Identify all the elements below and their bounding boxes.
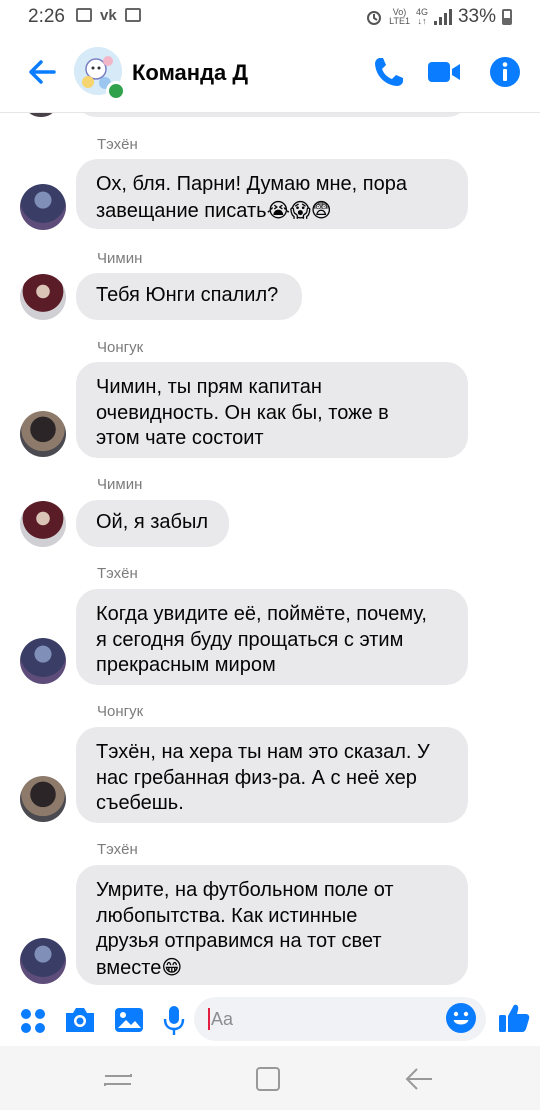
status-bar: 2:26 vk Vo) LTE1 4G ↓↑ 33%: [0, 0, 540, 34]
message-line: друзья отправимся на тот свет: [96, 930, 382, 952]
info-icon[interactable]: [487, 54, 523, 90]
battery-icon: [502, 9, 512, 25]
message-line: Чимин, ты прям капитан: [96, 376, 322, 398]
system-nav-bar: [0, 1046, 540, 1110]
thumbs-up-icon[interactable]: [496, 1000, 532, 1036]
avatar-jimin[interactable]: [20, 274, 66, 320]
sender-name: Чимин: [97, 476, 143, 493]
message-bubble-partial[interactable]: [76, 113, 468, 117]
message-line: Ох, бля. Парни! Думаю мне, пора: [96, 173, 407, 195]
sender-name: Тэхён: [97, 565, 138, 582]
sender-name: Тэхён: [97, 136, 138, 153]
message-line: Ой, я забыл: [96, 511, 209, 533]
sender-name: Чонгук: [97, 703, 144, 720]
message-composer: Aa: [0, 995, 540, 1045]
message-bubble[interactable]: Умрите, на футбольном поле от любопытств…: [76, 865, 468, 985]
avatar-jimin[interactable]: [20, 501, 66, 547]
message-line: нас гребанная физ-ра. А с неё хер: [96, 766, 417, 789]
arrow-left-icon[interactable]: [24, 54, 60, 90]
message-bubble[interactable]: Когда увидите её, поймёте, почему, я сег…: [76, 589, 468, 685]
emoji: 😭😱😨: [266, 197, 332, 222]
message-line: съебешь.: [96, 792, 184, 814]
network-type-indicator: 4G ↓↑: [415, 7, 428, 26]
message-line: я сегодня буду прощаться с этим: [96, 628, 404, 651]
chat-header: Команда Д: [0, 34, 540, 113]
volte-indicator: Vo) LTE1: [389, 7, 410, 26]
message-bubble[interactable]: Тебя Юнги спалил?: [76, 273, 302, 320]
recent-apps-icon[interactable]: [102, 1064, 134, 1094]
message-bubble[interactable]: Ой, я забыл: [76, 500, 229, 547]
phone-icon[interactable]: [371, 54, 407, 90]
message-list[interactable]: Тэхён Ох, бля. Парни! Думаю мне, пора за…: [0, 113, 540, 995]
home-icon[interactable]: [252, 1064, 284, 1094]
apps-icon[interactable]: [15, 1002, 51, 1038]
avatar-taehyung[interactable]: [20, 938, 66, 984]
gallery-icon[interactable]: [111, 1002, 147, 1038]
avatar-taehyung[interactable]: [20, 184, 66, 230]
camera-icon[interactable]: [62, 1002, 98, 1038]
message-line: этом чате состоит: [96, 427, 264, 449]
sender-name: Чонгук: [97, 339, 144, 356]
message-input[interactable]: Aa: [194, 997, 486, 1041]
microphone-icon[interactable]: [156, 1002, 192, 1038]
battery-percent: 33%: [457, 6, 496, 27]
message-line: Когда увидите её, поймёте, почему,: [96, 603, 427, 625]
avatar-jungkook[interactable]: [20, 411, 66, 457]
message-bubble[interactable]: Ох, бля. Парни! Думаю мне, пора завещани…: [76, 159, 468, 229]
message-line: вместе: [96, 956, 162, 979]
emoji: 😁: [161, 954, 183, 979]
avatar: [24, 113, 58, 117]
emoji-icon[interactable]: [445, 1002, 477, 1034]
message-line: Умрите, на футбольном поле от: [96, 879, 394, 901]
avatar-taehyung[interactable]: [20, 638, 66, 684]
status-time: 2:26: [28, 6, 65, 27]
message-line: завещание писать: [96, 199, 267, 222]
signal-icon: [433, 9, 452, 25]
message-line: любопытства. Как истинные: [96, 904, 358, 927]
message-input-placeholder: Aa: [211, 1009, 234, 1029]
online-status-dot: [106, 81, 126, 101]
sender-name: Чимин: [97, 250, 143, 267]
message-line: Тебя Юнги спалил?: [96, 284, 279, 306]
message-line: Тэхён, на хера ты нам это сказал. У: [96, 741, 430, 763]
gallery-icon: [76, 8, 92, 22]
sender-name: Тэхён: [97, 841, 138, 858]
video-camera-icon[interactable]: [426, 54, 462, 90]
screenshot-icon: [124, 8, 141, 22]
vk-icon: vk: [100, 7, 117, 24]
text-caret: [208, 1008, 210, 1030]
message-line: прекрасным миром: [96, 654, 276, 676]
message-bubble[interactable]: Чимин, ты прям капитан очевидность. Он к…: [76, 362, 468, 458]
avatar-jungkook[interactable]: [20, 776, 66, 822]
alarm-icon: [367, 11, 382, 25]
back-icon[interactable]: [404, 1064, 436, 1094]
message-bubble[interactable]: Тэхён, на хера ты нам это сказал. У нас …: [76, 727, 468, 823]
chat-title[interactable]: Команда Д: [132, 60, 248, 86]
message-line: очевидность. Он как бы, тоже в: [96, 401, 389, 424]
